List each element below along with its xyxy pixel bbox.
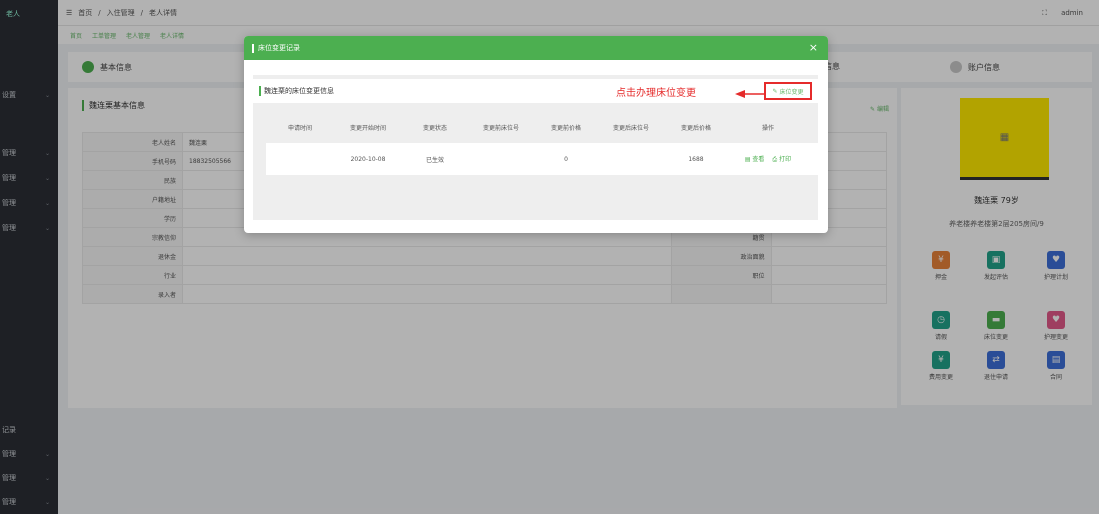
column-header: 申请时间 (287, 124, 312, 132)
column-header: 操作 (761, 124, 774, 132)
table-row: 2020-10-08 已生效 0 1688 ▤ 查看 ⎙ 打印 (266, 143, 818, 175)
view-button[interactable]: ▤ 查看 (745, 154, 765, 164)
print-button[interactable]: ⎙ 打印 (772, 154, 791, 164)
column-header: 变更前床位号 (482, 124, 519, 132)
table-header: 申请时间 变更开始时间 变更状态 变更前床位号 变更前价格 变更后床位号 变更后价格 操作 (266, 111, 818, 143)
column-header: 变更前价格 (550, 124, 581, 132)
section-header: 魏连栗的床位变更信息 (253, 79, 818, 103)
change-bed-button[interactable]: ✎ 床位变更 (764, 82, 812, 100)
section-title: 魏连栗的床位变更信息 (259, 86, 334, 96)
row-actions: ▤ 查看 ⎙ 打印 (728, 154, 808, 164)
dialog-title: 床位变更记录 (258, 44, 300, 52)
annotation-text: 点击办理床位变更 (616, 88, 696, 99)
cell-status: 已生效 (425, 156, 444, 164)
edit-icon: ✎ (772, 87, 780, 95)
column-header: 变更状态 (422, 124, 447, 132)
column-header: 变更开始时间 (349, 124, 386, 132)
dialog-body: 魏连栗的床位变更信息 点击办理床位变更 ✎ 床位变更 申请时间 变更开始时间 变更状… (253, 75, 818, 220)
column-header: 变更后价格 (680, 124, 711, 132)
cell-start-time: 2020-10-08 (350, 155, 386, 163)
column-header: 变更后床位号 (612, 124, 649, 132)
close-icon[interactable]: × (809, 41, 818, 54)
cell-before-price: 0 (564, 155, 568, 163)
cell-after-price: 1688 (688, 155, 704, 163)
bed-change-dialog: 床位变更记录 × 魏连栗的床位变更信息 点击办理床位变更 ✎ 床位变更 申请时间… (244, 36, 828, 233)
dialog-header: 床位变更记录 (244, 36, 828, 60)
